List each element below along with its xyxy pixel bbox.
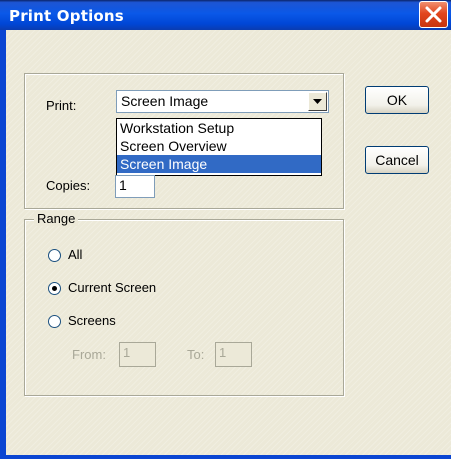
copies-field[interactable]: 1 bbox=[115, 175, 155, 198]
dropdown-option-screen-overview[interactable]: Screen Overview bbox=[117, 137, 321, 155]
radio-screens-label[interactable]: Screens bbox=[68, 313, 116, 328]
to-field[interactable]: 1 bbox=[215, 342, 252, 367]
radio-all-label[interactable]: All bbox=[68, 247, 82, 262]
from-label: From: bbox=[72, 347, 106, 362]
radio-current-screen-label[interactable]: Current Screen bbox=[68, 280, 156, 295]
copies-value: 1 bbox=[119, 177, 127, 193]
print-label: Print: bbox=[46, 98, 77, 113]
to-label: To: bbox=[187, 347, 205, 362]
radio-screens[interactable] bbox=[48, 315, 61, 328]
print-select[interactable]: Screen Image bbox=[116, 90, 329, 113]
chevron-down-icon bbox=[313, 99, 322, 104]
print-options-dialog: Print Options Print: Screen Image Workst… bbox=[0, 0, 451, 459]
copies-label: Copies: bbox=[46, 178, 91, 193]
cancel-button[interactable]: Cancel bbox=[365, 146, 429, 174]
from-value: 1 bbox=[123, 345, 131, 360]
dropdown-arrow-button[interactable] bbox=[308, 92, 327, 111]
window-frame-bottom bbox=[0, 455, 451, 459]
print-dropdown-list: Workstation Setup Screen Overview Screen… bbox=[116, 118, 322, 176]
close-icon bbox=[425, 6, 442, 23]
dropdown-option-workstation-setup[interactable]: Workstation Setup bbox=[117, 119, 321, 137]
ok-button[interactable]: OK bbox=[365, 86, 429, 114]
radio-current-screen[interactable] bbox=[48, 282, 61, 295]
radio-all[interactable] bbox=[48, 249, 61, 262]
from-field[interactable]: 1 bbox=[119, 342, 156, 367]
title-bar[interactable]: Print Options bbox=[0, 0, 451, 30]
print-select-value: Screen Image bbox=[121, 93, 209, 109]
range-legend: Range bbox=[34, 211, 79, 226]
range-group: Range bbox=[24, 211, 344, 396]
window-title: Print Options bbox=[9, 7, 124, 25]
to-value: 1 bbox=[219, 345, 227, 360]
dropdown-option-screen-image[interactable]: Screen Image bbox=[117, 155, 321, 173]
close-button[interactable] bbox=[419, 1, 448, 28]
